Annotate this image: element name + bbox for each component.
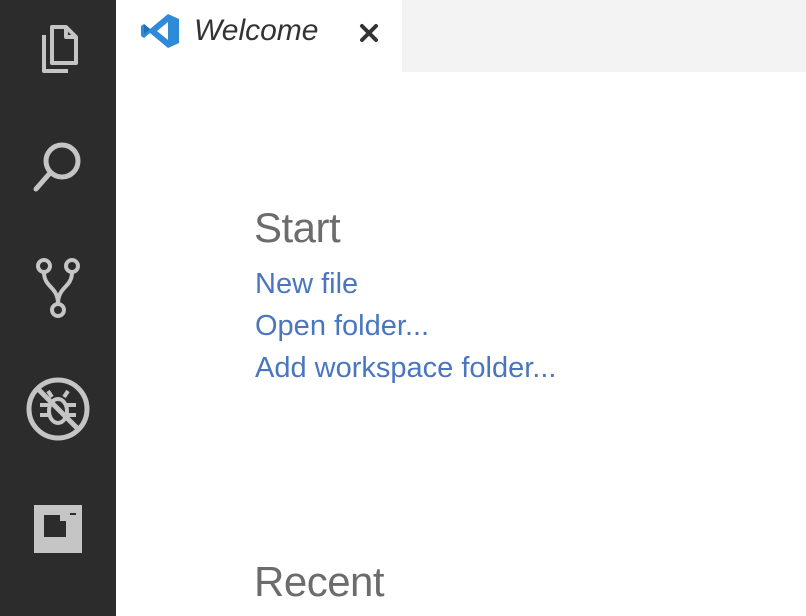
tab-welcome[interactable]: Welcome — [116, 0, 402, 72]
start-heading: Start — [254, 204, 341, 251]
explorer-icon[interactable] — [22, 13, 94, 85]
open-folder-link[interactable]: Open folder... — [255, 310, 429, 343]
debug-icon[interactable] — [22, 373, 94, 445]
welcome-page: Start New file Open folder... Add worksp… — [116, 72, 806, 616]
source-control-icon[interactable] — [22, 252, 94, 324]
vscode-logo-icon — [140, 13, 180, 49]
tab-strip: Welcome — [116, 0, 806, 72]
activity-bar — [0, 0, 116, 616]
add-workspace-folder-link[interactable]: Add workspace folder... — [255, 352, 556, 385]
extensions-icon[interactable] — [22, 493, 94, 565]
search-icon[interactable] — [22, 131, 94, 203]
tab-label: Welcome — [194, 14, 319, 47]
new-file-link[interactable]: New file — [255, 268, 358, 301]
recent-heading: Recent — [254, 558, 385, 605]
close-icon[interactable] — [352, 16, 386, 50]
